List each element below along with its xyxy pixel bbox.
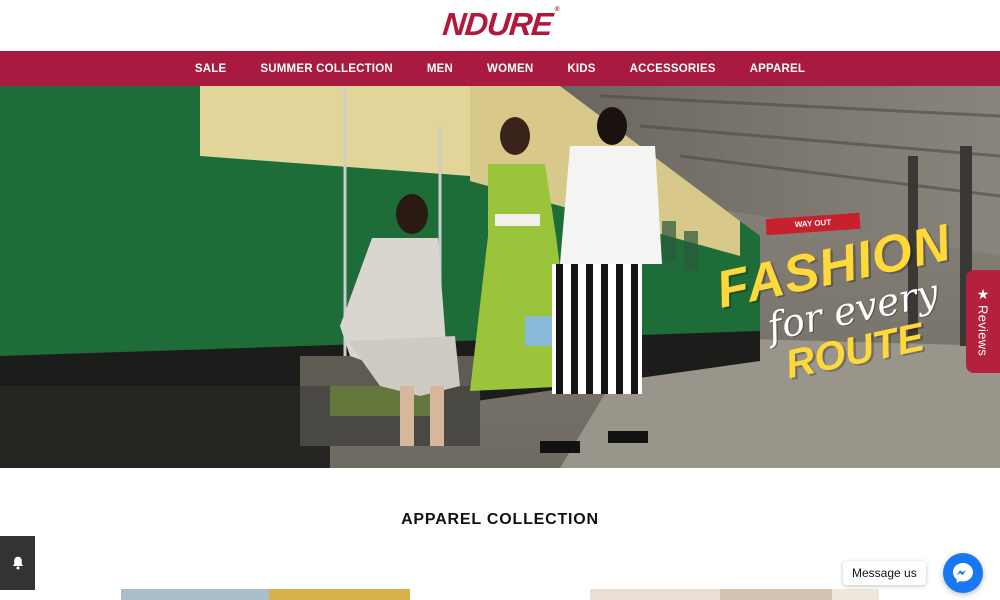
card-2-image-middle bbox=[720, 589, 832, 600]
nav-item-sale[interactable]: SALE bbox=[195, 63, 226, 75]
nav-item-accessories[interactable]: ACCESSORIES bbox=[630, 63, 716, 75]
messenger-icon bbox=[953, 563, 973, 583]
hero-banner[interactable]: WAY OUT FASHION for every ROUTE bbox=[0, 86, 1000, 468]
nav-item-men[interactable]: MEN bbox=[427, 63, 453, 75]
notification-button[interactable] bbox=[0, 536, 35, 590]
logo-text: NDURE bbox=[441, 6, 554, 42]
section-title: APPAREL COLLECTION bbox=[401, 511, 599, 528]
nav-item-apparel[interactable]: APPAREL bbox=[750, 63, 806, 75]
main-nav: SALE SUMMER COLLECTION MEN WOMEN KIDS AC… bbox=[0, 51, 1000, 86]
reviews-tab[interactable]: ★ Reviews bbox=[966, 270, 1000, 373]
collection-card-1[interactable] bbox=[121, 589, 410, 600]
card-1-image-right bbox=[269, 589, 410, 600]
logo-mark: ® bbox=[554, 6, 559, 13]
message-us-label[interactable]: Message us bbox=[843, 561, 926, 585]
card-2-image-right bbox=[832, 589, 879, 600]
nav-item-women[interactable]: WOMEN bbox=[487, 63, 533, 75]
reviews-label: Reviews bbox=[975, 304, 991, 357]
card-1-image-left bbox=[121, 589, 269, 600]
nav-item-summer-collection[interactable]: SUMMER COLLECTION bbox=[260, 63, 392, 75]
collection-card-2[interactable] bbox=[590, 589, 879, 600]
hero-image bbox=[0, 86, 1000, 468]
star-icon: ★ bbox=[976, 285, 990, 302]
messenger-button[interactable] bbox=[943, 553, 983, 593]
brand-logo[interactable]: NDURE® bbox=[441, 6, 559, 43]
bell-icon bbox=[12, 556, 23, 570]
site-header: NDURE® bbox=[0, 0, 1000, 51]
page: NDURE® SALE SUMMER COLLECTION MEN WOMEN … bbox=[0, 0, 1000, 600]
card-2-image-left bbox=[590, 589, 720, 600]
nav-item-kids[interactable]: KIDS bbox=[567, 63, 595, 75]
